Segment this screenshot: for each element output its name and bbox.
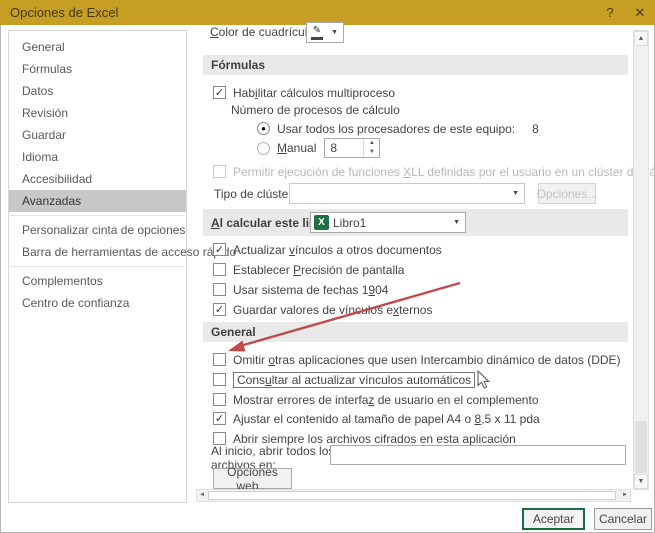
checkbox-save-external-link-values[interactable]: ✓ Guardar valores de vínculos externos: [213, 301, 432, 318]
dropdown-arrow-icon: ▼: [448, 219, 465, 226]
checkbox-update-links[interactable]: ✓ Actualizar vínculos a otros documentos: [213, 241, 442, 258]
section-header-general: General: [203, 322, 628, 342]
help-icon[interactable]: ?: [595, 0, 625, 25]
stepper-down-icon[interactable]: ▼: [364, 148, 379, 157]
manual-threads-stepper[interactable]: 8 ▲ ▼: [324, 138, 380, 158]
sidebar-item-centro-confianza[interactable]: Centro de confianza: [9, 292, 186, 314]
checkbox-box: [213, 263, 226, 276]
grid-color-label: Color de cuadrícula: [210, 25, 314, 39]
cluster-type-label: Tipo de clúster:: [214, 185, 296, 202]
checkbox-multithread[interactable]: ✓ Habilitar cálculos multiproceso: [213, 84, 395, 101]
checkbox-label-focused: Consultar al actualizar vínculos automát…: [233, 372, 475, 388]
checkbox-label: Mostrar errores de interfaz de usuario e…: [233, 393, 539, 407]
sidebar-item-guardar[interactable]: Guardar: [9, 124, 186, 146]
close-icon[interactable]: ✕: [625, 0, 655, 25]
web-options-button[interactable]: Opciones web...: [213, 468, 292, 489]
checkbox-show-addin-ui-errors[interactable]: Mostrar errores de interfaz de usuario e…: [213, 391, 539, 408]
stepper-value: 8: [325, 139, 363, 157]
sidebar-item-datos[interactable]: Datos: [9, 80, 186, 102]
checkbox-ask-update-links[interactable]: Consultar al actualizar vínculos automát…: [213, 371, 475, 388]
sidebar-item-accesibilidad[interactable]: Accesibilidad: [9, 168, 186, 190]
startup-folder-label-line1: Al inicio, abrir todos los: [211, 444, 334, 458]
dropdown-arrow-icon: ▼: [507, 190, 524, 197]
horizontal-scrollbar[interactable]: ◄ ►: [196, 489, 631, 502]
radio-icon: ●: [257, 122, 270, 135]
checkbox-box: ✓: [213, 412, 226, 425]
stepper-up-icon[interactable]: ▲: [364, 139, 379, 148]
workbook-name: Libro1: [333, 216, 366, 230]
radio-icon: [257, 142, 270, 155]
vertical-scrollbar-thumb[interactable]: [635, 421, 647, 473]
checkbox-box: ✓: [213, 243, 226, 256]
grid-color-row: Color de cuadrícula: [210, 23, 314, 41]
dialog-title: Opciones de Excel: [10, 0, 118, 25]
checkbox-box: [213, 283, 226, 296]
checkbox-box: [213, 393, 226, 406]
radio-manual[interactable]: Manual 8 ▲ ▼: [257, 138, 380, 158]
checkbox-label: Guardar valores de vínculos externos: [233, 303, 432, 317]
sidebar-item-barra-acceso-rapido[interactable]: Barra de herramientas de acceso rápido: [9, 241, 186, 263]
pen-color-icon: ✎: [311, 25, 323, 40]
checkbox-xll-cluster: Permitir ejecución de funciones XLL defi…: [213, 163, 655, 180]
checkbox-box: [213, 353, 226, 366]
radio-label: Manual: [277, 141, 316, 155]
cluster-type-dropdown: ▼: [289, 183, 525, 204]
category-sidebar: General Fórmulas Datos Revisión Guardar …: [8, 30, 187, 503]
checkbox-label: Permitir ejecución de funciones XLL defi…: [233, 165, 655, 179]
sidebar-item-general[interactable]: General: [9, 36, 186, 58]
dropdown-arrow-icon: ▼: [326, 29, 343, 36]
excel-workbook-icon: X: [314, 215, 329, 230]
scroll-down-icon[interactable]: ▼: [634, 474, 648, 489]
sidebar-item-avanzadas[interactable]: Avanzadas: [9, 190, 186, 212]
vertical-scrollbar[interactable]: ▲ ▼: [633, 30, 649, 490]
radio-all-processors[interactable]: ● Usar todos los procesadores de este eq…: [257, 120, 539, 137]
accept-button[interactable]: Aceptar: [522, 508, 585, 530]
checkbox-1904-dates[interactable]: Usar sistema de fechas 1904: [213, 281, 388, 298]
cancel-button[interactable]: Cancelar: [594, 508, 652, 530]
radio-label: Usar todos los procesadores de este equi…: [277, 122, 515, 136]
scroll-up-icon[interactable]: ▲: [634, 31, 648, 46]
checkbox-label: Ajustar el contenido al tamaño de papel …: [233, 412, 540, 426]
sidebar-divider: [10, 215, 185, 216]
sidebar-item-personalizar-cinta[interactable]: Personalizar cinta de opciones: [9, 219, 186, 241]
mouse-cursor-icon: [477, 370, 491, 390]
sidebar-item-complementos[interactable]: Complementos: [9, 270, 186, 292]
checkbox-label: Omitir otras aplicaciones que usen Inter…: [233, 353, 621, 367]
startup-folder-input[interactable]: [330, 445, 626, 465]
processor-count-value: 8: [532, 122, 539, 136]
sidebar-item-formulas[interactable]: Fórmulas: [9, 58, 186, 80]
checkbox-box: ✓: [213, 86, 226, 99]
horizontal-scrollbar-thumb[interactable]: [208, 491, 616, 500]
workbook-dropdown[interactable]: X Libro1 ▼: [310, 212, 466, 233]
checkbox-box: [213, 165, 226, 178]
cluster-options-button: Opciones...: [538, 183, 596, 204]
sidebar-divider: [10, 266, 185, 267]
grid-color-dropdown[interactable]: ✎ ▼: [306, 22, 344, 43]
checkbox-label: Establecer Precisión de pantalla: [233, 263, 404, 277]
scroll-right-icon[interactable]: ►: [620, 490, 630, 501]
processes-count-label: Número de procesos de cálculo: [231, 101, 400, 118]
checkbox-label: Actualizar vínculos a otros documentos: [233, 243, 442, 257]
sidebar-item-revision[interactable]: Revisión: [9, 102, 186, 124]
sidebar-item-idioma[interactable]: Idioma: [9, 146, 186, 168]
checkbox-box: [213, 373, 226, 386]
checkbox-precision-displayed[interactable]: Establecer Precisión de pantalla: [213, 261, 404, 278]
checkbox-scale-a4-paper[interactable]: ✓ Ajustar el contenido al tamaño de pape…: [213, 410, 540, 427]
checkbox-ignore-dde[interactable]: Omitir otras aplicaciones que usen Inter…: [213, 351, 621, 368]
scroll-left-icon[interactable]: ◄: [197, 490, 207, 501]
checkbox-box: ✓: [213, 303, 226, 316]
section-header-formulas: Fórmulas: [203, 55, 628, 75]
checkbox-label: Usar sistema de fechas 1904: [233, 283, 388, 297]
checkbox-label: Habilitar cálculos multiproceso: [233, 86, 395, 100]
